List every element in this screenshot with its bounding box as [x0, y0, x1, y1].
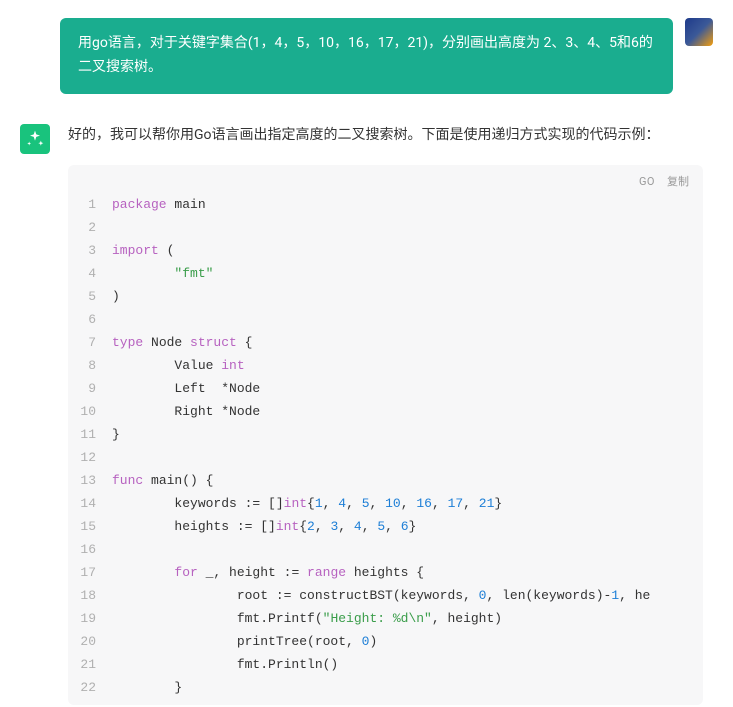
code-block: GO 复制 1234567891011121314151617181920212…	[68, 165, 703, 705]
user-message-bubble: 用go语言，对于关键字集合(1，4，5，10，16，17，21)，分别画出高度为…	[60, 18, 673, 94]
assistant-message-row: 好的，我可以帮你用Go语言画出指定高度的二叉搜索树。下面是使用递归方式实现的代码…	[0, 124, 733, 706]
user-avatar[interactable]	[685, 18, 713, 46]
chat-container: 用go语言，对于关键字集合(1，4，5，10，16，17，21)，分别画出高度为…	[0, 0, 733, 707]
copy-button[interactable]: 复制	[667, 173, 689, 189]
sparkle-icon	[25, 129, 45, 149]
assistant-intro-text: 好的，我可以帮你用Go语言画出指定高度的二叉搜索树。下面是使用递归方式实现的代码…	[68, 124, 703, 148]
user-message-text: 用go语言，对于关键字集合(1，4，5，10，16，17，21)，分别画出高度为…	[78, 35, 653, 75]
assistant-avatar[interactable]	[20, 124, 50, 154]
code-content[interactable]: package main import ( "fmt") type Node s…	[112, 193, 703, 699]
code-header: GO 复制	[639, 173, 689, 189]
assistant-content: 好的，我可以帮你用Go语言画出指定高度的二叉搜索树。下面是使用递归方式实现的代码…	[68, 124, 713, 706]
code-language-label: GO	[639, 175, 655, 188]
user-message-row: 用go语言，对于关键字集合(1，4，5，10，16，17，21)，分别画出高度为…	[0, 18, 733, 94]
line-number-gutter: 12345678910111213141516171819202122	[68, 193, 112, 699]
code-body[interactable]: 12345678910111213141516171819202122 pack…	[68, 165, 703, 705]
